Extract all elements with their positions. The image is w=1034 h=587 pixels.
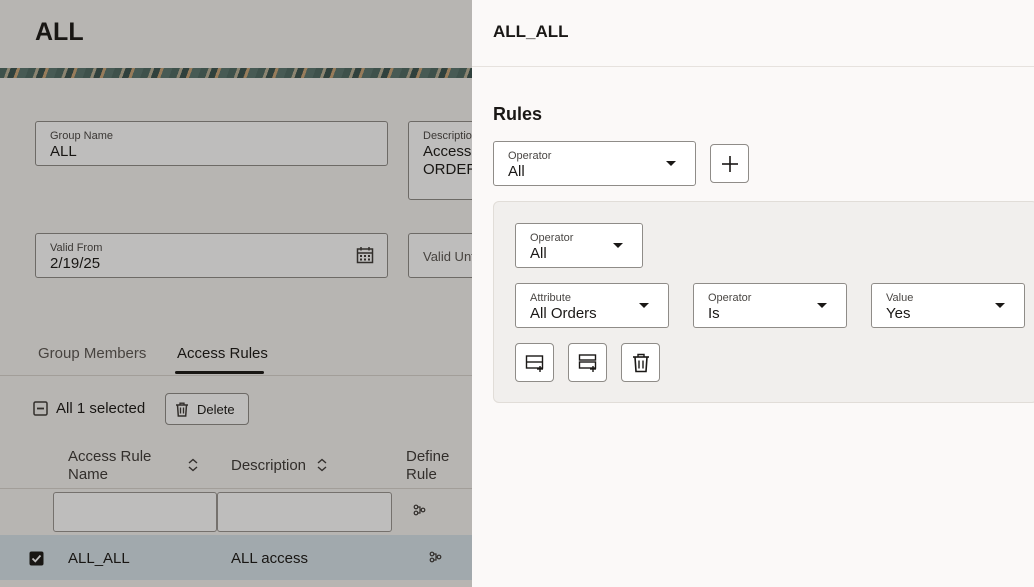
caret-down-icon xyxy=(817,303,827,308)
caret-down-icon xyxy=(666,161,676,166)
value-label: Value xyxy=(886,292,914,304)
drawer-title: ALL_ALL xyxy=(493,22,569,41)
rule-drawer: ALL_ALL Rules Operator All Operator All … xyxy=(472,0,1034,587)
group-operator-label: Operator xyxy=(530,232,574,244)
add-condition-button[interactable] xyxy=(515,343,554,382)
delete-group-button[interactable] xyxy=(621,343,660,382)
attribute-select[interactable]: Attribute All Orders xyxy=(515,283,669,328)
add-condition-icon xyxy=(525,355,544,372)
attribute-value: All Orders xyxy=(530,305,597,322)
condition-operator-value: Is xyxy=(708,305,720,322)
rule-group: Operator All Attribute All Orders Operat… xyxy=(493,201,1034,403)
add-rule-button[interactable] xyxy=(710,144,749,183)
trash-icon xyxy=(633,353,649,373)
top-operator-value: All xyxy=(508,163,525,180)
value-select[interactable]: Value Yes xyxy=(871,283,1025,328)
modal-scrim[interactable] xyxy=(0,0,472,587)
rules-heading: Rules xyxy=(493,104,543,124)
group-operator-value: All xyxy=(530,245,547,262)
drawer-header-divider xyxy=(472,66,1034,67)
condition-operator-select[interactable]: Operator Is xyxy=(693,283,847,328)
caret-down-icon xyxy=(613,243,623,248)
add-group-icon xyxy=(578,354,597,372)
attribute-label: Attribute xyxy=(530,292,571,304)
caret-down-icon xyxy=(995,303,1005,308)
add-group-button[interactable] xyxy=(568,343,607,382)
condition-operator-label: Operator xyxy=(708,292,752,304)
plus-icon xyxy=(722,156,738,172)
caret-down-icon xyxy=(639,303,649,308)
group-operator-select[interactable]: Operator All xyxy=(515,223,643,268)
value-value: Yes xyxy=(886,305,911,322)
top-operator-label: Operator xyxy=(508,150,552,162)
top-operator-select[interactable]: Operator All xyxy=(493,141,696,186)
